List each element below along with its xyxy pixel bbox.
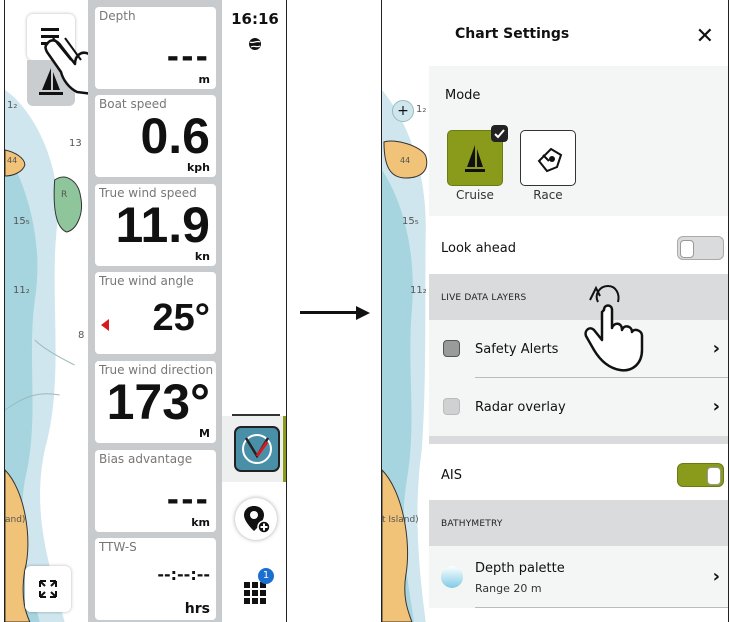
arrow-head-icon — [356, 306, 370, 320]
sailing-page-button[interactable] — [222, 416, 286, 482]
chevron-right-icon: › — [712, 396, 720, 417]
close-icon[interactable]: ✕ — [696, 26, 714, 48]
expand-icon — [39, 580, 57, 598]
wind-side-marker-icon — [101, 319, 109, 331]
map-land-label: and) — [5, 515, 26, 525]
zoom-in-icon[interactable]: + — [392, 100, 414, 122]
fullscreen-button[interactable] — [25, 566, 71, 612]
tile-label: TTW-S — [99, 540, 137, 554]
tile-ttw-s[interactable]: TTW-S --:--:-- hrs — [95, 538, 216, 620]
tile-true-wind-speed[interactable]: True wind speed 11.9 kn — [95, 184, 216, 266]
tile-value: 25° — [152, 297, 210, 339]
tap-gesture-hand-icon — [584, 284, 644, 372]
data-tiles-column: Depth --- m Boat speed 0.6 kph True wind… — [88, 0, 222, 622]
safety-alerts-row[interactable]: Safety Alerts › — [429, 320, 728, 378]
tile-unit: km — [191, 516, 210, 529]
wind-gauge-icon — [234, 426, 280, 472]
section-divider — [429, 436, 728, 444]
right-screen: + 1₂ 44 15₅ 11₂ t Island) Chart Settings… — [381, 0, 729, 622]
section-header-label: BATHYMETRY — [441, 519, 503, 529]
tile-label: Depth — [99, 9, 136, 23]
radar-overlay-checkbox[interactable] — [443, 398, 460, 415]
add-waypoint-button[interactable] — [235, 498, 277, 540]
tile-value: --- — [166, 40, 210, 75]
tile-unit: M — [199, 427, 210, 440]
tile-bias-advantage[interactable]: Bias advantage --- km — [95, 450, 216, 532]
map-depth-label: 1₂ — [7, 100, 18, 111]
map-depth-label: 13 — [69, 138, 82, 149]
depth-palette-row[interactable]: Depth palette Range 20 m › — [429, 546, 728, 608]
mode-section: Mode Cruise Race — [429, 66, 728, 216]
selected-check-icon — [491, 125, 508, 142]
safety-alerts-label: Safety Alerts — [475, 342, 559, 357]
ais-toggle[interactable] — [677, 463, 724, 487]
toggle-knob — [680, 240, 694, 258]
panel-title: Chart Settings — [455, 26, 570, 42]
depth-palette-icon — [441, 566, 463, 588]
left-screen: 1₂ 13 15₅ 11₂ 44 R 8 and) Depth --- m Bo… — [4, 0, 287, 622]
chevron-right-icon: › — [712, 566, 720, 587]
tile-value: 11.9 — [115, 197, 210, 253]
ais-label: AIS — [441, 468, 462, 483]
mode-option-label: Race — [533, 188, 563, 202]
panel-header: Chart Settings ✕ — [429, 0, 728, 66]
look-ahead-row[interactable]: Look ahead — [429, 216, 728, 274]
live-data-layers-header: LIVE DATA LAYERS — [429, 274, 728, 320]
tile-value: 173° — [106, 374, 210, 430]
map-depth-label: 11₂ — [13, 285, 30, 296]
notification-badge: 1 — [258, 568, 274, 584]
divider — [475, 607, 728, 608]
race-buoy-icon — [537, 147, 563, 173]
depth-palette-sublabel: Range 20 m — [475, 582, 542, 595]
tile-unit: hrs — [184, 601, 210, 617]
tile-unit: m — [198, 73, 210, 86]
globe-icon — [249, 38, 261, 50]
map-depth-label: 8 — [78, 330, 85, 341]
safety-alerts-checkbox[interactable] — [443, 340, 460, 357]
map-depth-label: 15₅ — [402, 216, 419, 227]
ais-row[interactable]: AIS — [429, 444, 728, 500]
tile-label: Bias advantage — [99, 452, 193, 466]
apps-button[interactable]: 1 — [242, 568, 274, 604]
right-rail: 16:16 1 — [222, 0, 286, 622]
tile-depth[interactable]: Depth --- m — [95, 7, 216, 89]
tile-value: --:--:-- — [157, 565, 210, 584]
map-depth-label: 15₅ — [13, 216, 30, 227]
mode-race-button[interactable] — [520, 130, 576, 186]
map-depth-label: 1₂ — [416, 104, 427, 115]
toggle-knob — [707, 467, 721, 485]
depth-palette-label: Depth palette — [475, 561, 565, 576]
radar-overlay-row[interactable]: Radar overlay › — [429, 378, 728, 436]
tile-true-wind-angle[interactable]: True wind angle 25° — [95, 272, 216, 354]
mode-cruise-button[interactable] — [447, 125, 508, 186]
tile-true-wind-direction[interactable]: True wind direction 173° M — [95, 361, 216, 443]
clock-time: 16:16 — [231, 10, 279, 28]
chevron-right-icon: › — [712, 338, 720, 359]
waypoint-plus-icon — [244, 506, 271, 534]
bathymetry-header: BATHYMETRY — [429, 500, 728, 546]
map-land-label: t Island) — [382, 515, 419, 525]
tile-value: --- — [166, 483, 210, 518]
section-header-label: LIVE DATA LAYERS — [441, 293, 527, 303]
radar-overlay-label: Radar overlay — [475, 400, 566, 415]
map-depth-label: 44 — [400, 156, 411, 165]
tile-label: True wind angle — [99, 274, 194, 288]
tile-unit: kn — [194, 250, 210, 263]
map-depth-label: 44 — [7, 156, 18, 165]
chart-settings-panel: Chart Settings ✕ Mode Cruise Race Look a… — [429, 0, 728, 622]
map-depth-label: R — [61, 190, 68, 200]
active-indicator — [283, 416, 286, 482]
tile-boat-speed[interactable]: Boat speed 0.6 kph — [95, 95, 216, 177]
map-depth-label: 11₂ — [410, 285, 427, 296]
mode-label: Mode — [445, 88, 481, 103]
tile-value: 0.6 — [140, 108, 210, 164]
mode-option-label: Cruise — [456, 188, 494, 202]
tile-unit: kph — [186, 161, 210, 174]
transition-arrow — [300, 311, 360, 314]
look-ahead-label: Look ahead — [441, 241, 517, 256]
look-ahead-toggle[interactable] — [677, 236, 724, 260]
